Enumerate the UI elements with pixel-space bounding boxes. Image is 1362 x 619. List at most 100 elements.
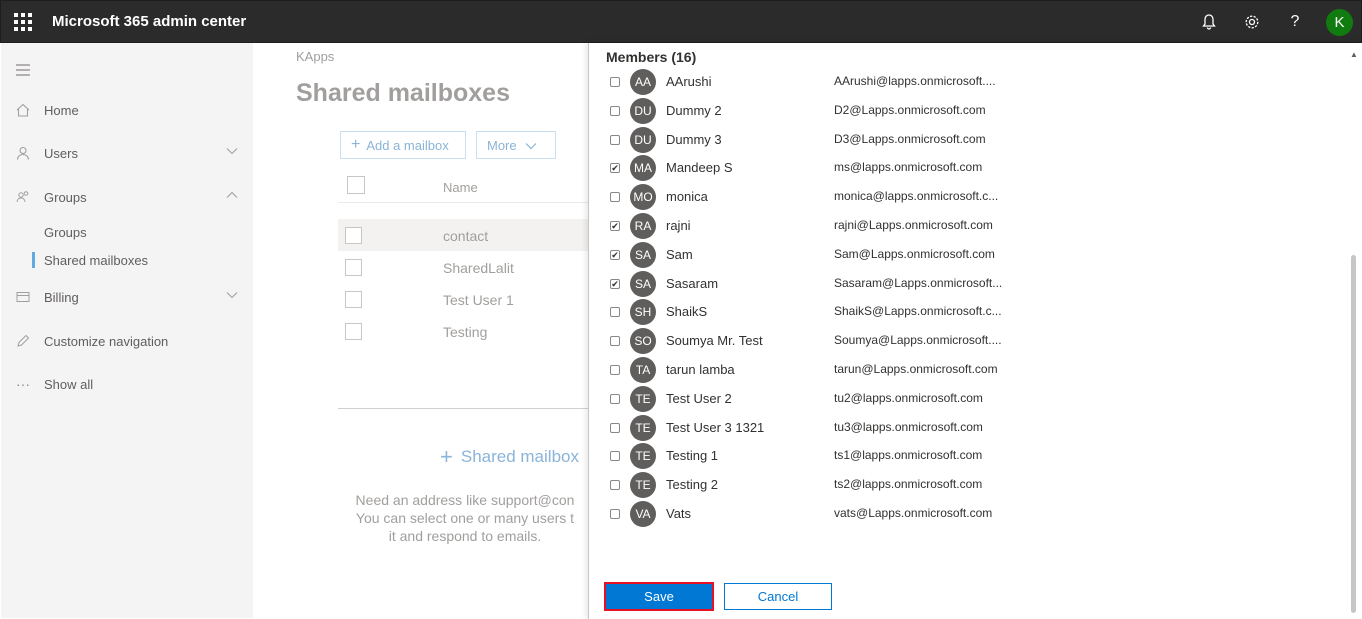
- more-button[interactable]: More: [476, 131, 556, 159]
- nav-label: Groups: [44, 189, 87, 205]
- member-checkbox[interactable]: [610, 307, 620, 317]
- member-row[interactable]: ✔ SA Sasaram Sasaram@Lapps.onmicrosoft...: [606, 271, 1346, 297]
- member-checkbox[interactable]: [610, 106, 620, 116]
- member-checkbox[interactable]: [610, 365, 620, 375]
- waffle-icon[interactable]: [14, 13, 32, 31]
- member-row[interactable]: TE Test User 2 tu2@lapps.onmicrosoft.com: [606, 386, 1346, 412]
- top-bar: Microsoft 365 admin center ? K: [0, 0, 1362, 43]
- add-shared-label: Shared mailbox: [460, 447, 579, 466]
- app-title[interactable]: Microsoft 365 admin center: [52, 13, 246, 30]
- member-row[interactable]: TA tarun lamba tarun@Lapps.onmicrosoft.com: [606, 357, 1346, 383]
- gear-icon[interactable]: [1242, 12, 1262, 32]
- avatar[interactable]: K: [1326, 9, 1353, 36]
- member-checkbox[interactable]: [610, 394, 620, 404]
- member-row[interactable]: TE Test User 3 1321 tu3@lapps.onmicrosoft.…: [606, 415, 1346, 441]
- row-checkbox[interactable]: [345, 323, 362, 340]
- cancel-button[interactable]: Cancel: [724, 583, 832, 610]
- row-checkbox[interactable]: [345, 227, 362, 244]
- member-avatar: TE: [630, 472, 656, 498]
- member-checkbox[interactable]: ✔: [610, 250, 620, 260]
- nav-label: Billing: [44, 289, 79, 305]
- member-row[interactable]: SH ShaikS ShaikS@Lapps.onmicrosoft.c...: [606, 299, 1346, 325]
- table-row[interactable]: SharedLalit: [443, 260, 514, 276]
- add-mailbox-button[interactable]: + Add a mailbox: [340, 131, 466, 159]
- member-row[interactable]: ✔ MA Mandeep S ms@lapps.onmicrosoft.com: [606, 155, 1346, 181]
- member-name: Sam: [666, 247, 693, 262]
- column-header-name[interactable]: Name: [443, 180, 478, 195]
- member-name: Testing 2: [666, 477, 719, 492]
- nav-sub-shared-mailboxes[interactable]: Shared mailboxes: [31, 252, 148, 268]
- member-checkbox[interactable]: [610, 480, 620, 490]
- nav-item-customize[interactable]: Customize navigation: [15, 333, 168, 349]
- member-avatar: DU: [630, 127, 656, 153]
- nav-item-billing[interactable]: Billing: [15, 289, 79, 305]
- member-checkbox[interactable]: [610, 509, 620, 519]
- chevron-down-icon[interactable]: [226, 290, 238, 302]
- table-row[interactable]: contact: [443, 228, 488, 244]
- member-row[interactable]: ✔ RA rajni rajni@Lapps.onmicrosoft.com: [606, 213, 1346, 239]
- member-checkbox[interactable]: ✔: [610, 279, 620, 289]
- member-row[interactable]: DU Dummy 3 D3@Lapps.onmicrosoft.com: [606, 127, 1346, 153]
- bell-icon[interactable]: [1199, 12, 1219, 32]
- member-row[interactable]: MO monica monica@lapps.onmicrosoft.c...: [606, 184, 1346, 210]
- breadcrumb[interactable]: KApps: [296, 49, 334, 64]
- nav-item-users[interactable]: Users: [15, 145, 78, 161]
- members-title: Members (16): [606, 49, 697, 65]
- scroll-up-icon[interactable]: ▲: [1350, 50, 1358, 59]
- left-nav: [1, 43, 253, 618]
- member-email: monica@lapps.onmicrosoft.c...: [834, 189, 999, 203]
- more-icon: ···: [16, 376, 30, 392]
- member-avatar: VA: [630, 501, 656, 527]
- add-shared-mailbox-link[interactable]: + Shared mailbox: [440, 444, 579, 470]
- member-row[interactable]: ✔ SA Sam Sam@Lapps.onmicrosoft.com: [606, 242, 1346, 268]
- member-row[interactable]: TE Testing 2 ts2@lapps.onmicrosoft.com: [606, 472, 1346, 498]
- member-name: Sasaram: [666, 276, 719, 291]
- row-checkbox[interactable]: [345, 291, 362, 308]
- member-row[interactable]: AA AArushi AArushi@lapps.onmicrosoft....: [606, 69, 1346, 95]
- member-avatar: DU: [630, 98, 656, 124]
- member-avatar: AA: [630, 69, 656, 95]
- nav-item-home[interactable]: Home: [15, 102, 79, 118]
- member-row[interactable]: DU Dummy 2 D2@Lapps.onmicrosoft.com: [606, 98, 1346, 124]
- groups-icon: [15, 189, 31, 205]
- scroll-thumb[interactable]: [1351, 255, 1356, 613]
- member-email: ts2@lapps.onmicrosoft.com: [834, 477, 983, 491]
- save-button[interactable]: Save: [604, 582, 714, 611]
- member-checkbox[interactable]: ✔: [610, 221, 620, 231]
- nav-sub-groups[interactable]: Groups: [44, 225, 87, 240]
- member-checkbox[interactable]: [610, 192, 620, 202]
- member-checkbox[interactable]: ✔: [610, 163, 620, 173]
- member-avatar: TA: [630, 357, 656, 383]
- member-name: monica: [666, 189, 708, 204]
- billing-icon: [15, 289, 31, 305]
- member-row[interactable]: TE Testing 1 ts1@lapps.onmicrosoft.com: [606, 443, 1346, 469]
- select-all-checkbox[interactable]: [347, 176, 365, 194]
- member-checkbox[interactable]: [610, 451, 620, 461]
- help-icon[interactable]: ?: [1285, 12, 1305, 32]
- member-avatar: TE: [630, 443, 656, 469]
- nav-item-groups[interactable]: Groups: [15, 189, 87, 205]
- member-checkbox[interactable]: [610, 135, 620, 145]
- member-checkbox[interactable]: [610, 423, 620, 433]
- member-avatar: MO: [630, 184, 656, 210]
- member-row[interactable]: SO Soumya Mr. Test Soumya@Lapps.onmicrosof…: [606, 328, 1346, 354]
- member-email: Sasaram@Lapps.onmicrosoft...: [834, 276, 1003, 290]
- divider: [338, 408, 588, 409]
- member-email: tu3@lapps.onmicrosoft.com: [834, 420, 983, 434]
- nav-item-show-all[interactable]: ··· Show all: [15, 376, 93, 392]
- help-line: You can select one or many users t: [355, 510, 575, 526]
- member-checkbox[interactable]: [610, 336, 620, 346]
- row-checkbox[interactable]: [345, 259, 362, 276]
- hamburger-icon[interactable]: [15, 64, 31, 76]
- member-email: tu2@lapps.onmicrosoft.com: [834, 391, 983, 405]
- table-row[interactable]: Test User 1: [443, 292, 514, 308]
- member-name: Testing 1: [666, 448, 719, 463]
- member-checkbox[interactable]: [610, 77, 620, 87]
- table-row[interactable]: Testing: [443, 324, 487, 340]
- chevron-up-icon[interactable]: [226, 190, 238, 202]
- member-name: Vats: [666, 506, 692, 521]
- plus-icon: +: [440, 444, 453, 469]
- member-name: ShaikS: [666, 304, 708, 319]
- member-row[interactable]: VA Vats vats@Lapps.onmicrosoft.com: [606, 501, 1346, 527]
- chevron-down-icon[interactable]: [226, 146, 238, 158]
